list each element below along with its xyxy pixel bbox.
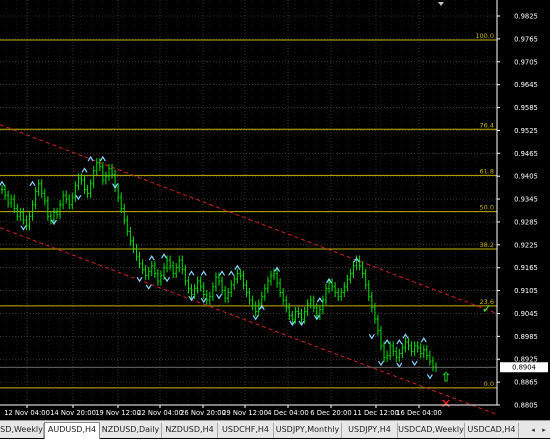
price-tick-label: 0.9525 [514, 127, 538, 135]
price-tick-label: 0.9705 [514, 58, 538, 66]
chart-shift-marker-icon[interactable] [438, 2, 444, 6]
signal-markers: ✓⇧✕ [441, 302, 493, 412]
time-tick-label: 19 Nov 12:00 [95, 409, 141, 417]
chart-tab-label: USDJPY,H4 [348, 425, 391, 434]
fractal-up-icon [316, 296, 323, 303]
fractal-down-icon [75, 194, 82, 201]
fibonacci-retracement[interactable]: 100.076.461.850.038.223.60.0 [0, 32, 497, 389]
chart-tab-bar: SD,Weekly AUDUSD,H4 NZDUSD,Daily NZDUSD,H4 U… [0, 420, 550, 439]
chart-tab[interactable]: USDCAD,Weekly [398, 423, 465, 438]
price-tick-label: 0.9165 [514, 264, 538, 272]
fractal-up-icon [29, 180, 36, 187]
fib-level-label: 76.4 [480, 121, 494, 129]
fractal-up-icon [228, 270, 235, 276]
time-axis: 12 Nov 04:00 14 Nov 20:00 19 Nov 12:0022 N… [4, 405, 442, 417]
chart-tab[interactable]: USDCAD,H4 [465, 423, 519, 438]
chart-tab-label: NZDUSD,H4 [165, 425, 214, 434]
check-signal-icon: ✓ [482, 302, 493, 317]
fractal-down-icon [368, 334, 375, 340]
fib-level-label: 0.0 [484, 380, 494, 388]
fractal-down-icon [411, 360, 418, 367]
chart-tab-label: USDCAD,H4 [467, 425, 516, 434]
chart-tab-label: SD,Weekly [0, 425, 43, 434]
price-tick-label: 0.8805 [514, 402, 538, 410]
tabs-scroll-right-icon[interactable]: ▸ [539, 424, 549, 437]
chart-tab[interactable]: USDCHF,H4 [218, 423, 274, 438]
chart-tab[interactable]: USDJPY,H4 [342, 423, 398, 438]
price-tick-label: 0.9105 [514, 287, 538, 295]
chart-tab-label: USDCAD,Weekly [398, 425, 464, 434]
price-tick-label: 0.8865 [514, 379, 538, 387]
price-tick-label: 0.9045 [514, 310, 538, 318]
fractal-up-icon [188, 270, 195, 276]
fib-level-label: 50.0 [480, 204, 494, 212]
chart-tab[interactable]: NZDUSD,H4 [162, 423, 218, 438]
time-tick-label: 14 Nov 20:00 [50, 409, 96, 417]
time-tick-label: 29 Nov 12:00 [222, 409, 268, 417]
time-tick-label: 22 Nov 04:00 [137, 409, 183, 417]
chart-tab[interactable]: SD,Weekly [0, 423, 44, 438]
price-tick-label: 0.9765 [514, 35, 538, 43]
fractal-up-icon [160, 253, 167, 259]
fractal-down-icon [164, 276, 171, 283]
trend-channel[interactable] [0, 124, 498, 416]
fractal-up-icon [384, 338, 391, 345]
fractal-up-icon [81, 167, 88, 173]
fib-level-label: 100.0 [475, 32, 494, 40]
time-tick-label: 16 Dec 04:00 [396, 409, 442, 417]
price-tick-label: 0.9225 [514, 241, 538, 249]
price-tick-label: 0.9345 [514, 196, 538, 204]
channel-lower-line[interactable] [0, 227, 498, 416]
price-tick-label: 0.9405 [514, 173, 538, 181]
chart-tab-label: AUDUSD,H4 [47, 425, 97, 434]
channel-upper-line[interactable] [0, 124, 498, 314]
chart-tab-label: USDJPY,Monthly [275, 425, 340, 434]
fractal-up-icon [219, 270, 226, 276]
price-series [0, 158, 438, 372]
fractal-down-icon [396, 362, 403, 369]
time-tick-label: 26 Nov 20:00 [180, 409, 226, 417]
price-tick-label: 0.9285 [514, 218, 538, 226]
chart-tab[interactable]: NZDUSD,Daily [100, 423, 162, 438]
price-tick-label: 0.9825 [514, 13, 538, 21]
fib-level-label: 38.2 [480, 241, 494, 249]
fib-level-label: 61.8 [480, 167, 494, 175]
fractal-down-icon [20, 225, 27, 231]
fractal-up-icon [148, 255, 155, 261]
fractal-down-icon [426, 374, 433, 380]
price-tick-label: 0.9585 [514, 104, 538, 112]
current-price-label: 0.8904 [512, 364, 536, 372]
fractal-up-icon [420, 337, 427, 343]
time-tick-label: 4 Dec 04:00 [267, 409, 308, 417]
price-chart[interactable]: 100.076.461.850.038.223.60.0 ✓⇧✕ 0.98250… [0, 0, 550, 420]
fractal-down-icon [377, 360, 384, 367]
price-tick-label: 0.9465 [514, 150, 538, 158]
price-axis: 0.9825 0.9765 0.9705 0.9645 0.9585 0.9525 0.94… [0, 0, 548, 410]
fractal-up-icon [200, 270, 207, 276]
tabs-scroll-left-icon[interactable]: ◂ [528, 424, 538, 437]
chart-area[interactable]: 100.0 76.4 61.8 50.0 38.2 23.6 0.0 ✓ ⇧ ✕ 0.9825 0… [0, 0, 550, 420]
chart-tab-label: NZDUSD,Daily [101, 425, 160, 434]
chart-tab[interactable]: AUDUSD,H4 [44, 422, 100, 439]
fractal-down-icon [215, 293, 223, 300]
fractal-up-icon [99, 155, 106, 162]
price-tick-label: 0.9645 [514, 81, 538, 89]
chart-tab-label: USDCHF,H4 [222, 425, 269, 434]
time-tick-label: 12 Nov 04:00 [4, 409, 50, 417]
time-tick-label: 6 Dec 20:00 [310, 409, 351, 417]
chart-tab[interactable]: USDJPY,Monthly [274, 423, 342, 438]
fractal-down-icon [145, 284, 152, 290]
price-tick-label: 0.8985 [514, 333, 538, 341]
up-arrow-signal-icon: ⇧ [441, 370, 452, 385]
grid [0, 0, 497, 406]
fractal-up-icon [396, 338, 403, 345]
fractal-up-icon [87, 155, 94, 162]
time-tick-label: 11 Dec 12:00 [353, 409, 399, 417]
